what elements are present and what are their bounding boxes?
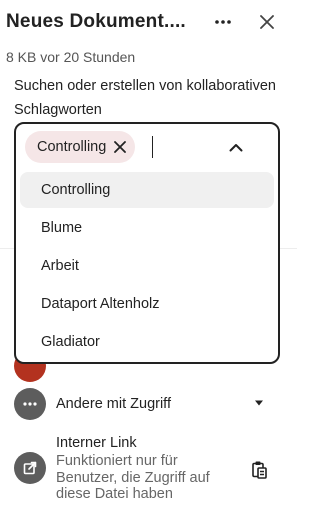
more-actions-button[interactable] — [209, 8, 237, 36]
tag-option[interactable]: Dataport Altenholz — [20, 286, 274, 322]
caret-down-icon[interactable] — [254, 399, 264, 407]
close-icon — [114, 141, 127, 153]
more-horizontal-icon — [14, 388, 46, 420]
tag-option[interactable]: Arbeit — [20, 248, 274, 284]
internal-link-description: Funktioniert nur für Benutzer, die Zugri… — [56, 453, 210, 502]
close-icon — [260, 15, 274, 29]
tag-option[interactable]: Controlling — [20, 172, 274, 208]
tag-search-input[interactable] — [152, 136, 213, 158]
more-horizontal-icon — [215, 20, 231, 24]
file-title: Neues Dokument.... — [6, 11, 186, 32]
tag-select[interactable]: Controlling Controlling Blume Arbeit Dat… — [14, 122, 280, 364]
sidebar-header: Neues Dokument.... — [0, 0, 297, 46]
remove-tag-button[interactable] — [114, 141, 127, 153]
others-with-access-row[interactable]: Andere mit Zugriff — [0, 387, 297, 421]
tags-description: Suchen oder erstellen von kollaborativen… — [14, 78, 276, 118]
chevron-up-icon — [229, 143, 243, 151]
tag-option[interactable]: Blume — [20, 210, 274, 246]
close-button[interactable] — [253, 8, 281, 36]
copy-link-button[interactable] — [247, 456, 271, 482]
clipboard-icon — [252, 461, 267, 479]
tag-option[interactable]: Gladiator — [20, 324, 274, 360]
tag-options-list: Controlling Blume Arbeit Dataport Altenh… — [16, 172, 278, 362]
dropdown-toggle-button[interactable] — [222, 133, 250, 161]
file-meta: 8 KB vor 20 Stunden — [6, 49, 136, 65]
selected-tag-label: Controlling — [37, 139, 107, 155]
others-with-access-label: Andere mit Zugriff — [56, 396, 171, 412]
selected-tag-chip: Controlling — [25, 131, 136, 163]
external-link-icon — [14, 452, 46, 484]
internal-link-title: Interner Link — [56, 435, 137, 451]
